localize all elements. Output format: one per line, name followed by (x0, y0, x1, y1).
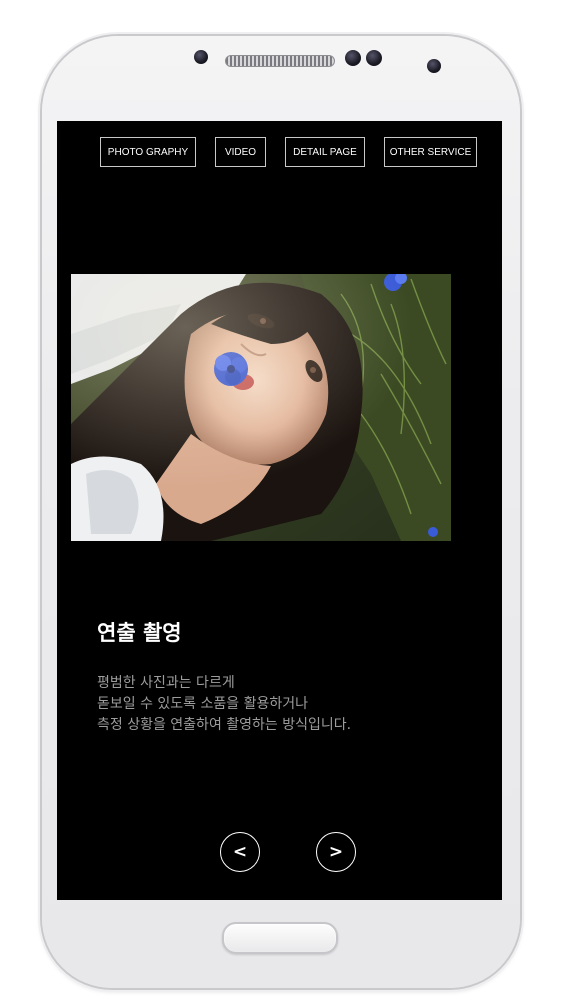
nav-photography-button[interactable]: PHOTO GRAPHY (100, 137, 196, 167)
nav-video-button[interactable]: VIDEO (215, 137, 266, 167)
chevron-right-icon: > (328, 842, 344, 862)
next-slide-button[interactable]: > (316, 832, 356, 872)
front-sensor (194, 50, 208, 64)
proximity-sensor-right (366, 50, 382, 66)
chevron-left-icon: < (232, 842, 248, 862)
screen: PHOTO GRAPHY VIDEO DETAIL PAGE OTHER SER… (57, 121, 502, 900)
caption-line: 측정 상황을 연출하여 촬영하는 방식입니다. (97, 717, 352, 733)
prev-slide-button[interactable]: < (220, 832, 260, 872)
caption-line: 평범한 사진과는 다르게 (97, 675, 235, 691)
caption-body: 평범한 사진과는 다르게 돋보일 수 있도록 소품을 활용하거나 측정 상황을 … (97, 673, 351, 736)
category-nav: PHOTO GRAPHY VIDEO DETAIL PAGE OTHER SER… (57, 137, 502, 167)
nav-detail-page-button[interactable]: DETAIL PAGE (285, 137, 365, 167)
home-button[interactable] (222, 922, 338, 954)
nav-other-service-button[interactable]: OTHER SERVICE (384, 137, 477, 167)
caption-title: 연출 촬영 (97, 621, 182, 645)
caption-line: 돋보일 수 있도록 소품을 활용하거나 (97, 696, 308, 712)
earpiece-speaker (225, 55, 335, 67)
proximity-sensor-left (345, 50, 361, 66)
portfolio-photo (71, 274, 451, 541)
front-camera (427, 59, 441, 73)
